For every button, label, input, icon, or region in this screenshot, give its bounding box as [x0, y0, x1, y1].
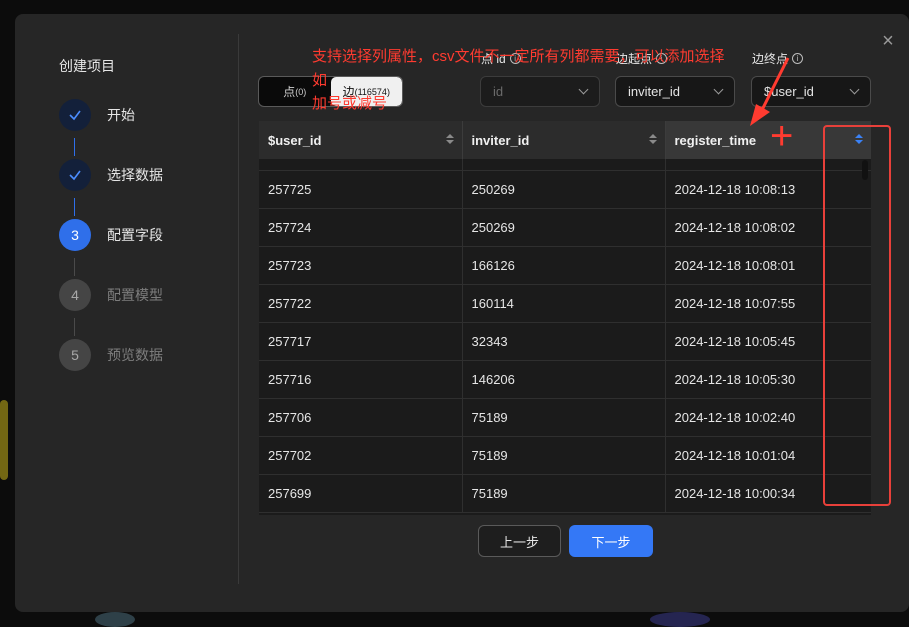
annotation-text: 如 [312, 72, 328, 89]
table-cell: 250269 [462, 170, 666, 209]
step-label: 预览数据 [107, 347, 163, 363]
step-connector [74, 258, 75, 276]
table-cell: 160114 [462, 284, 666, 323]
node-id-value: id [493, 84, 504, 99]
prev-step-button[interactable]: 上一步 [478, 525, 561, 557]
table-cell: 146206 [462, 360, 666, 399]
tab-node-label: 点 [283, 85, 296, 99]
step-connector [74, 138, 75, 156]
step-configure-model[interactable]: 4 配置模型 [59, 279, 163, 311]
sidebar-divider [238, 34, 239, 584]
table-row[interactable]: 257716 146206 2024-12-18 10:05:30 [259, 360, 871, 399]
step-label: 开始 [107, 107, 135, 123]
step-label: 选择数据 [107, 167, 163, 183]
plus-icon: + [770, 114, 794, 158]
table-cell: 75189 [462, 474, 666, 513]
edge-start-value: inviter_id [628, 84, 681, 99]
table-row[interactable]: 257699 75189 2024-12-18 10:00:34 [259, 474, 871, 513]
column-header[interactable]: inviter_id [462, 121, 666, 159]
step-number: 5 [59, 339, 91, 371]
table-spacer-row [259, 159, 871, 171]
step-number: 4 [59, 279, 91, 311]
data-table: $user_id inviter_id register_time 257725… [259, 121, 871, 515]
backdrop-decoration [0, 400, 8, 480]
annotation-text: 支持选择列属性，csv文件不一定所有列都需要，可以添加选择 [312, 48, 725, 65]
step-start[interactable]: 开始 [59, 99, 135, 131]
table-cell: 75189 [462, 398, 666, 437]
backdrop-decoration [95, 612, 135, 627]
table-cell: 32343 [462, 322, 666, 361]
annotation-highlight-box [823, 125, 891, 506]
step-label: 配置字段 [107, 227, 163, 243]
table-row[interactable]: 257702 75189 2024-12-18 10:01:04 [259, 436, 871, 475]
table-cell: 257699 [259, 474, 463, 513]
sort-icon[interactable] [445, 134, 454, 146]
table-row[interactable]: 257724 250269 2024-12-18 10:08:02 [259, 208, 871, 247]
table-row[interactable]: 257722 160114 2024-12-18 10:07:55 [259, 284, 871, 323]
step-connector [74, 198, 75, 216]
table-cell: 257723 [259, 246, 463, 285]
step-preview-data[interactable]: 5 预览数据 [59, 339, 163, 371]
table-row[interactable]: 257706 75189 2024-12-18 10:02:40 [259, 398, 871, 437]
chevron-down-icon [849, 84, 860, 95]
table-cell: 257725 [259, 170, 463, 209]
table-cell: 257724 [259, 208, 463, 247]
tab-node-count: (0) [295, 86, 307, 97]
sort-icon[interactable] [648, 134, 657, 146]
table-cell: 257716 [259, 360, 463, 399]
table-row[interactable]: 257725 250269 2024-12-18 10:08:13 [259, 170, 871, 209]
table-cell: 250269 [462, 208, 666, 247]
step-configure-fields[interactable]: 3 配置字段 [59, 219, 163, 251]
step-connector [74, 318, 75, 336]
dialog-title: 创建项目 [59, 58, 115, 74]
column-header[interactable]: $user_id [259, 121, 463, 159]
column-header-label: $user_id [268, 132, 322, 148]
chevron-down-icon [578, 84, 589, 95]
step-number: 3 [59, 219, 91, 251]
table-cell: 257717 [259, 322, 463, 361]
check-icon [59, 159, 91, 191]
node-id-select[interactable]: id [480, 76, 600, 107]
table-row[interactable]: 257717 32343 2024-12-18 10:05:45 [259, 322, 871, 361]
table-cell: 166126 [462, 246, 666, 285]
annotation-text: 加号或减号 [312, 95, 388, 112]
check-icon [59, 99, 91, 131]
table-cell: 257722 [259, 284, 463, 323]
close-icon[interactable]: × [879, 31, 897, 51]
table-cell: 75189 [462, 436, 666, 475]
next-step-button[interactable]: 下一步 [569, 525, 653, 557]
step-label: 配置模型 [107, 287, 163, 303]
table-row[interactable]: 257723 166126 2024-12-18 10:08:01 [259, 246, 871, 285]
step-select-data[interactable]: 选择数据 [59, 159, 163, 191]
backdrop-decoration [650, 612, 710, 627]
column-header-label: inviter_id [471, 132, 530, 148]
table-cell: 257702 [259, 436, 463, 475]
chevron-down-icon [713, 84, 724, 95]
edge-start-select[interactable]: inviter_id [615, 76, 735, 107]
table-cell: 257706 [259, 398, 463, 437]
